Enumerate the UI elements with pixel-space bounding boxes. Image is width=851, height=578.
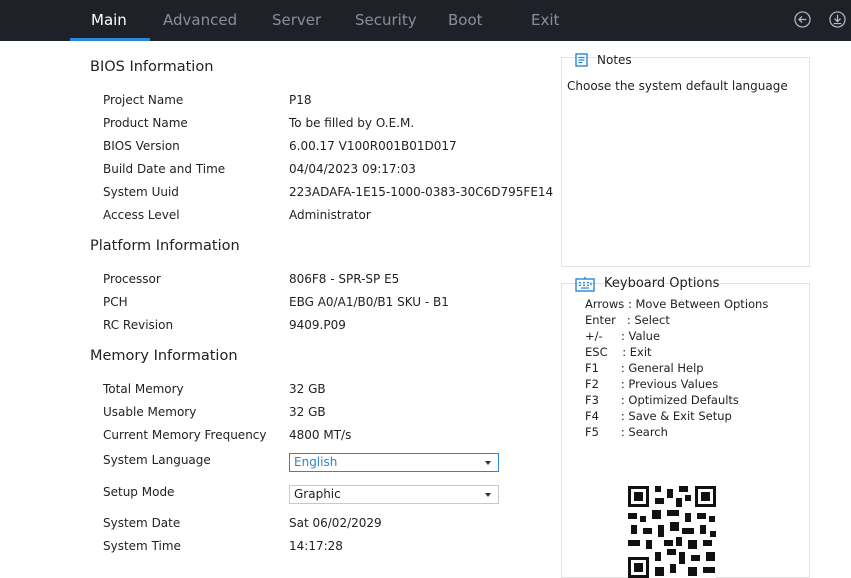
chevron-down-icon xyxy=(485,493,491,497)
system-language-select[interactable]: English xyxy=(289,453,499,472)
kb-line-esc: ESC : Exit xyxy=(585,345,652,359)
memory-info-heading: Memory Information xyxy=(90,348,238,364)
notes-text: Choose the system default language xyxy=(567,79,788,93)
rc-revision-value: 9409.P09 xyxy=(289,318,346,332)
top-menu-bar: Main Advanced Server Security Boot Exit xyxy=(0,0,851,41)
system-date-value[interactable]: Sat 06/02/2029 xyxy=(289,516,382,530)
usable-memory-label: Usable Memory xyxy=(103,405,197,419)
total-memory-value: 32 GB xyxy=(289,382,326,396)
bios-version-label: BIOS Version xyxy=(103,139,180,153)
product-name-value: To be filled by O.E.M. xyxy=(289,116,415,130)
tab-advanced[interactable]: Advanced xyxy=(163,11,237,29)
tab-exit[interactable]: Exit xyxy=(531,11,559,29)
keyboard-icon xyxy=(575,276,595,292)
access-level-value: Administrator xyxy=(289,208,371,222)
kb-line-arrows: Arrows : Move Between Options xyxy=(585,297,769,311)
system-uuid-label: System Uuid xyxy=(103,185,179,199)
kb-line-enter: Enter : Select xyxy=(585,313,670,327)
kb-line-f2: F2 : Previous Values xyxy=(585,377,719,391)
total-memory-label: Total Memory xyxy=(103,382,184,396)
tab-server[interactable]: Server xyxy=(272,11,321,29)
kb-line-f5: F5 : Search xyxy=(585,425,668,439)
kb-line-f4: F4 : Save & Exit Setup xyxy=(585,409,732,423)
bios-info-heading: BIOS Information xyxy=(90,59,214,75)
processor-value: 806F8 - SPR-SP E5 xyxy=(289,272,400,286)
setup-mode-value: Graphic xyxy=(294,487,341,501)
kb-line-f1: F1 : General Help xyxy=(585,361,704,375)
product-name-label: Product Name xyxy=(103,116,188,130)
tab-main[interactable]: Main xyxy=(91,11,127,29)
tab-security[interactable]: Security xyxy=(355,11,417,29)
keyboard-options-title: Keyboard Options xyxy=(604,276,720,291)
project-name-value: P18 xyxy=(289,93,312,107)
notes-icon xyxy=(575,53,588,67)
pch-value: EBG A0/A1/B0/B1 SKU - B1 xyxy=(289,295,449,309)
access-level-label: Access Level xyxy=(103,208,180,222)
system-language-value: English xyxy=(294,455,338,469)
chevron-down-icon xyxy=(485,461,491,465)
rc-revision-label: RC Revision xyxy=(103,318,174,332)
processor-label: Processor xyxy=(103,272,161,286)
download-circle-icon[interactable] xyxy=(829,11,846,28)
qr-code-icon xyxy=(628,486,716,578)
setup-mode-select[interactable]: Graphic xyxy=(289,485,499,504)
memory-frequency-value: 4800 MT/s xyxy=(289,428,352,442)
kb-line-f3: F3 : Optimized Defaults xyxy=(585,393,739,407)
kb-line-value: +/- : Value xyxy=(585,329,661,343)
system-date-label: System Date xyxy=(103,516,181,530)
memory-frequency-label: Current Memory Frequency xyxy=(103,428,267,442)
build-date-value: 04/04/2023 09:17:03 xyxy=(289,162,416,176)
system-uuid-value: 223ADAFA-1E15-1000-0383-30C6D795FE14 xyxy=(289,185,554,199)
setup-mode-label: Setup Mode xyxy=(103,485,175,499)
system-time-label: System Time xyxy=(103,539,181,553)
system-language-label: System Language xyxy=(103,453,211,467)
bios-version-value: 6.00.17 V100R001B01D017 xyxy=(289,139,457,153)
build-date-label: Build Date and Time xyxy=(103,162,226,176)
tab-boot[interactable]: Boot xyxy=(448,11,483,29)
pch-label: PCH xyxy=(103,295,128,309)
project-name-label: Project Name xyxy=(103,93,184,107)
system-time-value[interactable]: 14:17:28 xyxy=(289,539,343,553)
platform-info-heading: Platform Information xyxy=(90,238,240,254)
active-tab-indicator xyxy=(70,38,150,41)
back-arrow-circle-icon[interactable] xyxy=(794,11,811,28)
usable-memory-value: 32 GB xyxy=(289,405,326,419)
notes-title: Notes xyxy=(597,53,632,67)
